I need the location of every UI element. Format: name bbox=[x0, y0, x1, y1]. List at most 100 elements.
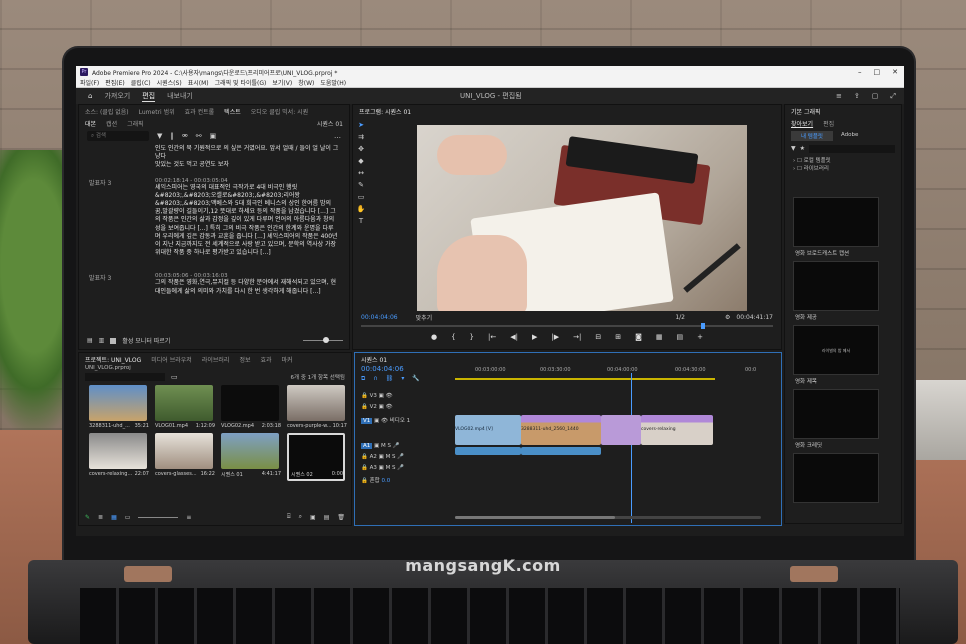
track-a2[interactable]: 🔒 A2 ▣ M S 🎤 bbox=[361, 454, 451, 465]
progress-icon[interactable]: ▢ bbox=[872, 92, 879, 101]
template-search[interactable] bbox=[809, 145, 895, 153]
clip-covers[interactable]: covers-relaxing bbox=[641, 415, 713, 445]
tree-local[interactable]: › ☐ 로컬 템플릿 bbox=[793, 156, 893, 164]
template-thumb[interactable] bbox=[793, 453, 879, 503]
fit-dropdown[interactable]: 맞추기 bbox=[416, 313, 433, 322]
adobe-button[interactable]: Adobe bbox=[837, 131, 862, 141]
tab-markers[interactable]: 마커 bbox=[282, 355, 293, 364]
media-thumb[interactable] bbox=[221, 385, 279, 421]
go-to-in-icon[interactable]: |← bbox=[488, 333, 496, 341]
caption-icon[interactable]: ▣ bbox=[210, 132, 217, 140]
track-mix[interactable]: 🔒 혼합 0.0 bbox=[361, 476, 451, 487]
more-icon[interactable]: … bbox=[334, 132, 341, 140]
tab-audio-mixer[interactable]: 오디오 클립 믹서: 시퀀 bbox=[251, 107, 308, 116]
rect-icon[interactable]: ▭ bbox=[355, 191, 367, 203]
quick-export-icon[interactable]: ⇪ bbox=[854, 92, 860, 101]
nest-icon[interactable]: ⧉ bbox=[361, 375, 365, 383]
tab-library[interactable]: 라이브러리 bbox=[202, 355, 230, 364]
type-icon[interactable]: T bbox=[355, 215, 367, 227]
media-thumb[interactable] bbox=[89, 385, 147, 421]
play-icon[interactable]: ▶ bbox=[532, 333, 537, 341]
snap-icon[interactable]: ∩ bbox=[373, 375, 377, 383]
media-thumb[interactable] bbox=[155, 385, 213, 421]
tab-transcript[interactable]: 대본 bbox=[85, 119, 96, 128]
maximize-icon[interactable]: □ bbox=[874, 68, 881, 76]
out-point-icon[interactable]: } bbox=[470, 333, 474, 341]
playhead[interactable] bbox=[631, 373, 632, 523]
freeform-icon[interactable]: ▭ bbox=[125, 514, 131, 521]
filter-icon[interactable]: ▼ bbox=[791, 145, 796, 153]
quality-dropdown[interactable]: 1/2 bbox=[675, 314, 685, 321]
entry-text[interactable]: 그의 작품은 영화,연극,뮤지컬 등 다양한 분야에서 재해석되고 있으며, 현… bbox=[155, 279, 339, 295]
menu-edit[interactable]: 편집(E) bbox=[105, 78, 125, 87]
pause-icon[interactable]: ‖ bbox=[170, 132, 174, 140]
fullscreen-icon[interactable]: ⤢ bbox=[890, 92, 896, 101]
add-icon[interactable]: + bbox=[697, 333, 703, 341]
automate-icon[interactable]: ⌸ bbox=[287, 513, 291, 521]
track-a1[interactable]: A1 ▣ M S 🎤 bbox=[361, 443, 451, 454]
new-item-icon[interactable]: ▤ bbox=[324, 514, 330, 521]
track-v1[interactable]: V1 ▣ 👁 비디오 1 bbox=[361, 415, 451, 443]
media-thumb[interactable] bbox=[155, 433, 213, 469]
close-icon[interactable]: ✕ bbox=[892, 68, 898, 76]
delete-icon[interactable]: 🗑 bbox=[337, 514, 345, 521]
zoom-slider[interactable] bbox=[303, 337, 343, 343]
tab-text[interactable]: 텍스트 bbox=[224, 107, 241, 116]
menu-graphics[interactable]: 그래픽 및 타이틀(G) bbox=[215, 78, 267, 87]
in-point-icon[interactable]: { bbox=[451, 333, 455, 341]
tree-library[interactable]: › ☐ 라이브러리 bbox=[793, 164, 893, 172]
step-back-icon[interactable]: ◀| bbox=[510, 333, 518, 341]
timeline-scrollbar[interactable] bbox=[455, 516, 761, 519]
camera-icon[interactable]: ◙ bbox=[635, 333, 642, 341]
track-v2[interactable]: 🔒 V2 ▣ 👁 bbox=[361, 404, 451, 415]
tab-source[interactable]: 소스: (클립 없음) bbox=[85, 107, 129, 116]
template-thumb[interactable] bbox=[793, 389, 879, 439]
tab-import[interactable]: 가져오기 bbox=[104, 91, 130, 101]
menu-marker[interactable]: 표시(M) bbox=[188, 78, 209, 87]
search-input[interactable]: ⌕ 검색 bbox=[87, 131, 149, 141]
minimize-icon[interactable]: – bbox=[858, 68, 862, 76]
tab-captions[interactable]: 캡션 bbox=[106, 119, 117, 128]
thumb-size-slider[interactable] bbox=[138, 516, 179, 518]
tab-sequence[interactable]: 시퀀스 01 bbox=[361, 355, 387, 364]
menu-file[interactable]: 파일(F) bbox=[80, 78, 99, 87]
sort-icon[interactable]: ≡ bbox=[186, 514, 191, 521]
media-thumb[interactable] bbox=[221, 433, 279, 469]
entry-text[interactable]: 셰익스피어는 영국의 대표적인 극작가로 4대 비극인 햄릿&#8203;,&#… bbox=[155, 184, 339, 258]
track-select-icon[interactable]: ⇉ bbox=[355, 131, 367, 143]
home-icon[interactable]: ⌂ bbox=[88, 92, 92, 100]
tab-export[interactable]: 내보내기 bbox=[167, 91, 193, 101]
tab-project[interactable]: 프로젝트: UNI_VLOG bbox=[85, 355, 141, 364]
menu-help[interactable]: 도움말(H) bbox=[320, 78, 346, 87]
tab-graphics[interactable]: 그래픽 bbox=[127, 119, 144, 128]
icon-view-icon[interactable]: ▦ bbox=[111, 514, 117, 521]
my-templates-button[interactable]: 내 템플릿 bbox=[791, 131, 833, 141]
menu-view[interactable]: 보기(V) bbox=[272, 78, 292, 87]
project-search[interactable] bbox=[85, 373, 165, 381]
razor-icon[interactable]: ◆ bbox=[355, 155, 367, 167]
track-v3[interactable]: 🔒 V3 ▣ 👁 bbox=[361, 393, 451, 404]
wrench-icon[interactable]: 🔧 bbox=[412, 375, 419, 383]
new-bin-icon[interactable]: ▣ bbox=[310, 514, 316, 521]
filter-icon[interactable]: ▼ bbox=[157, 132, 162, 140]
media-thumb-selected[interactable]: 시퀀스 02 0:00 bbox=[287, 433, 345, 481]
track-a3[interactable]: 🔒 A3 ▣ M S 🎤 bbox=[361, 465, 451, 476]
tab-program[interactable]: 프로그램: 시퀀스 01 bbox=[359, 107, 411, 116]
menu-sequence[interactable]: 시퀀스(S) bbox=[157, 78, 182, 87]
scrubber[interactable] bbox=[361, 323, 773, 329]
vr-icon[interactable]: ▤ bbox=[677, 333, 684, 341]
multi-icon[interactable]: ▦ bbox=[656, 333, 663, 341]
hand-icon[interactable]: ✋ bbox=[355, 203, 367, 215]
caption-toggle2-icon[interactable]: ▥ bbox=[99, 337, 105, 344]
slip-icon[interactable]: ↔ bbox=[355, 167, 367, 179]
template-thumb[interactable] bbox=[793, 197, 879, 247]
link-icon[interactable]: ⛓ bbox=[386, 375, 394, 383]
list-view-icon[interactable]: ≣ bbox=[98, 514, 103, 521]
audio-clip[interactable] bbox=[521, 447, 601, 455]
split-icon[interactable]: ⚮ bbox=[182, 132, 188, 140]
folder-icon[interactable]: ▭ bbox=[171, 373, 178, 381]
step-forward-icon[interactable]: |▶ bbox=[551, 333, 559, 341]
media-thumb[interactable] bbox=[287, 385, 345, 421]
settings-icon[interactable]: ⚙ bbox=[725, 314, 730, 321]
template-thumb[interactable]: 라이벌의 밤 메서 bbox=[793, 325, 879, 375]
